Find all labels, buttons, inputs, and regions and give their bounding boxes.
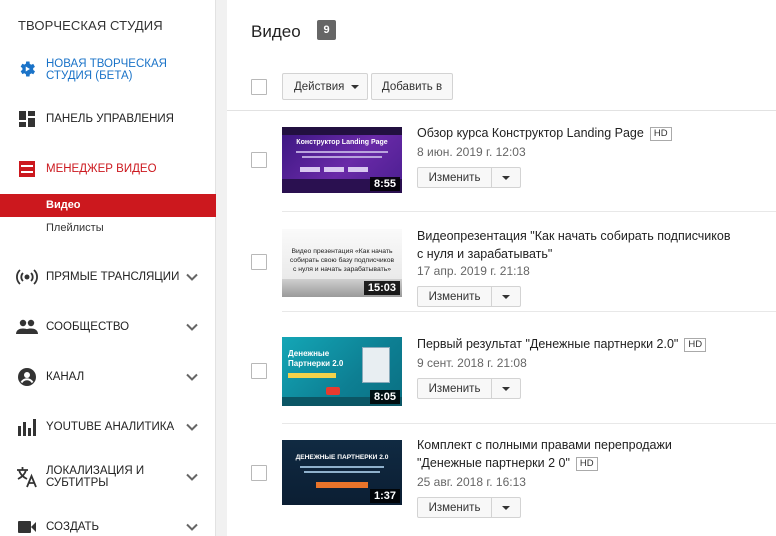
caret-down-icon <box>502 505 510 510</box>
caret-down-icon <box>351 84 360 89</box>
caret-down-icon <box>502 175 510 180</box>
sidebar-title: ТВОРЧЕСКАЯ СТУДИЯ <box>18 18 163 33</box>
table-row: Видео презентация «Как начать собирать св… <box>227 212 776 312</box>
video-date: 17 апр. 2019 г. 21:18 <box>417 264 530 278</box>
sidebar-item-label: НОВАЯ ТВОРЧЕСКАЯ СТУДИЯ (БЕТА) <box>46 58 167 82</box>
sidebar-item-label: КАНАЛ <box>46 371 85 383</box>
row-checkbox[interactable] <box>251 363 267 379</box>
actions-dropdown-button[interactable]: Действия <box>282 73 368 100</box>
sidebar: ТВОРЧЕСКАЯ СТУДИЯ НОВАЯ ТВОРЧЕСКАЯ СТУДИЯ… <box>0 0 216 536</box>
actions-label: Действия <box>294 80 345 93</box>
sidebar-subitem-videos[interactable]: Видео <box>0 194 216 217</box>
video-manager-icon <box>16 158 38 180</box>
thumbnail-heading: ДЕНЕЖНЫЕ ПАРТНЕРКИ 2.0 <box>295 454 389 461</box>
chevron-down-icon[interactable] <box>185 270 199 284</box>
edit-button[interactable]: Изменить <box>417 497 492 518</box>
video-count-badge: 9 <box>317 20 336 40</box>
edit-dropdown-button[interactable] <box>492 497 521 518</box>
sidebar-item-localization[interactable]: ЛОКАЛИЗАЦИЯ И СУБТИТРЫ <box>0 464 216 490</box>
live-broadcast-icon <box>16 266 38 288</box>
sidebar-item-label: ПРЯМЫЕ ТРАНСЛЯЦИИ <box>46 271 180 283</box>
thumbnail-text: Денежные Партнерки 2.0 <box>288 349 344 368</box>
video-thumbnail[interactable]: ДЕНЕЖНЫЕ ПАРТНЕРКИ 2.0 1:37 <box>282 440 402 505</box>
edit-dropdown-button[interactable] <box>492 378 521 399</box>
thumbnail-heading: Конструктор Landing Page <box>296 139 388 146</box>
video-thumbnail[interactable]: Конструктор Landing Page 8:55 <box>282 127 402 193</box>
video-duration: 15:03 <box>363 281 400 295</box>
edit-dropdown-button[interactable] <box>492 286 521 307</box>
video-duration: 8:05 <box>369 390 400 404</box>
chevron-down-icon[interactable] <box>185 320 199 334</box>
hd-badge: HD <box>575 457 598 471</box>
sidebar-item-community[interactable]: СООБЩЕСТВО <box>0 316 216 338</box>
sidebar-item-analytics[interactable]: YOUTUBE АНАЛИТИКА <box>0 416 216 438</box>
video-duration: 8:55 <box>369 177 400 191</box>
analytics-icon <box>16 416 38 438</box>
sidebar-item-video-manager[interactable]: МЕНЕДЖЕР ВИДЕО <box>0 158 216 180</box>
sidebar-item-label: МЕНЕДЖЕР ВИДЕО <box>46 163 157 175</box>
sidebar-item-create[interactable]: СОЗДАТЬ <box>0 516 216 536</box>
hd-badge: HD <box>684 338 707 352</box>
chevron-down-icon[interactable] <box>185 420 199 434</box>
video-date: 25 авг. 2018 г. 16:13 <box>417 475 526 489</box>
table-row: Денежные Партнерки 2.0 8:05 Первый резуль… <box>227 312 776 424</box>
community-icon <box>16 316 38 338</box>
video-list-panel: Видео 9 Действия Добавить в Конструктор … <box>227 0 776 536</box>
sidebar-item-label: YOUTUBE АНАЛИТИКА <box>46 421 175 433</box>
create-icon <box>16 516 38 536</box>
edit-button-group: Изменить <box>417 286 521 307</box>
row-checkbox[interactable] <box>251 152 267 168</box>
video-date: 9 сент. 2018 г. 21:08 <box>417 356 527 370</box>
video-date: 8 июн. 2019 г. 12:03 <box>417 145 526 159</box>
video-title[interactable]: Обзор курса Конструктор Landing Page HD <box>417 124 767 142</box>
edit-button-group: Изменить <box>417 497 521 518</box>
page-title: Видео <box>251 22 301 41</box>
edit-button[interactable]: Изменить <box>417 286 492 307</box>
hd-badge: HD <box>649 127 672 141</box>
edit-button[interactable]: Изменить <box>417 378 492 399</box>
video-thumbnail[interactable]: Видео презентация «Как начать собирать св… <box>282 229 402 297</box>
edit-button-group: Изменить <box>417 378 521 399</box>
dashboard-icon <box>16 108 38 130</box>
chevron-down-icon[interactable] <box>185 370 199 384</box>
gear-icon <box>16 58 38 80</box>
video-title[interactable]: Комплект с полными правами перепродажи "Д… <box>417 436 767 472</box>
translate-icon <box>16 466 38 488</box>
select-all-checkbox[interactable] <box>251 79 267 95</box>
sidebar-subitem-playlists[interactable]: Плейлисты <box>0 217 216 240</box>
table-row: Конструктор Landing Page 8:55 Обзор курс… <box>227 111 776 212</box>
video-title[interactable]: Первый результат "Денежные партнерки 2.0… <box>417 335 767 353</box>
sidebar-item-label: СОЗДАТЬ <box>46 521 100 533</box>
sidebar-item-channel[interactable]: КАНАЛ <box>0 366 216 388</box>
table-row: ДЕНЕЖНЫЕ ПАРТНЕРКИ 2.0 1:37 Комплект с п… <box>227 424 776 536</box>
sidebar-item-label: ПАНЕЛЬ УПРАВЛЕНИЯ <box>46 113 174 125</box>
channel-icon <box>16 366 38 388</box>
thumbnail-text: Видео презентация «Как начать собирать св… <box>289 248 395 273</box>
caret-down-icon <box>502 386 510 391</box>
edit-button-group: Изменить <box>417 167 521 188</box>
video-title[interactable]: Видеопрезентация "Как начать собирать по… <box>417 227 767 263</box>
video-duration: 1:37 <box>369 489 400 503</box>
chevron-down-icon[interactable] <box>185 520 199 534</box>
edit-dropdown-button[interactable] <box>492 167 521 188</box>
add-to-button[interactable]: Добавить в <box>371 73 453 100</box>
sidebar-item-label: ЛОКАЛИЗАЦИЯ И СУБТИТРЫ <box>46 465 145 489</box>
edit-button[interactable]: Изменить <box>417 167 492 188</box>
row-checkbox[interactable] <box>251 465 267 481</box>
caret-down-icon <box>502 294 510 299</box>
sidebar-item-new-studio[interactable]: НОВАЯ ТВОРЧЕСКАЯ СТУДИЯ (БЕТА) <box>0 56 216 82</box>
sidebar-item-live[interactable]: ПРЯМЫЕ ТРАНСЛЯЦИИ <box>0 266 216 288</box>
sidebar-item-dashboard[interactable]: ПАНЕЛЬ УПРАВЛЕНИЯ <box>0 108 216 130</box>
chevron-down-icon[interactable] <box>185 470 199 484</box>
video-thumbnail[interactable]: Денежные Партнерки 2.0 8:05 <box>282 337 402 406</box>
sidebar-item-label: СООБЩЕСТВО <box>46 321 130 333</box>
row-checkbox[interactable] <box>251 254 267 270</box>
